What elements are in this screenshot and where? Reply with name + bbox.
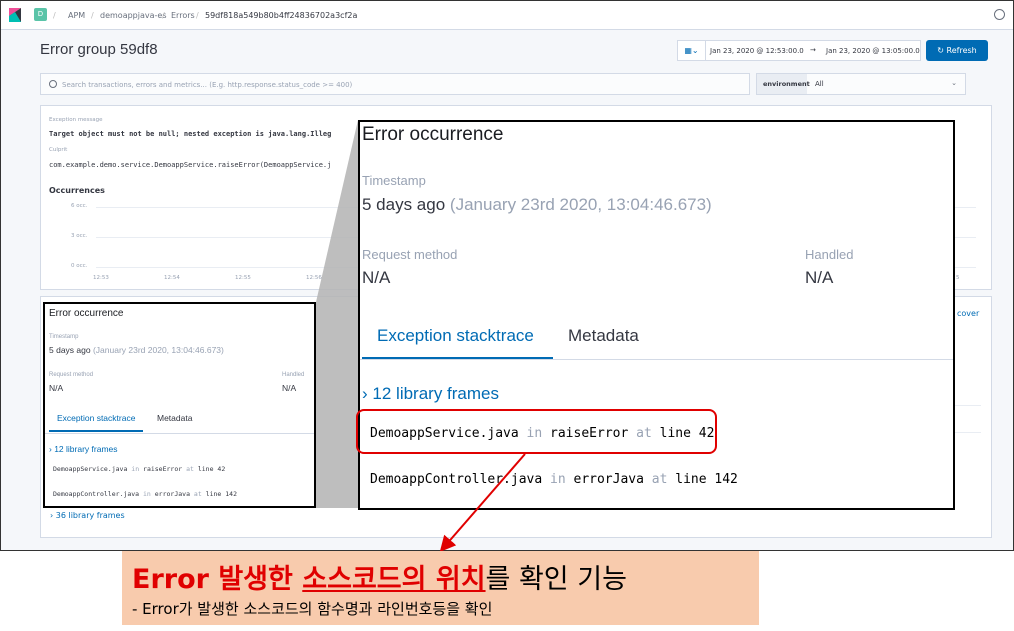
annotation-callout: Error 발생한 소스코드의 위치를 확인 기능 - Error가 발생한 소… (122, 551, 759, 625)
callout-subtitle: - Error가 발생한 소스코드의 함수명과 라인번호등을 확인 (132, 600, 493, 618)
callout-title: Error 발생한 소스코드의 위치를 확인 기능 (132, 564, 627, 595)
callout-arrow (439, 453, 526, 553)
